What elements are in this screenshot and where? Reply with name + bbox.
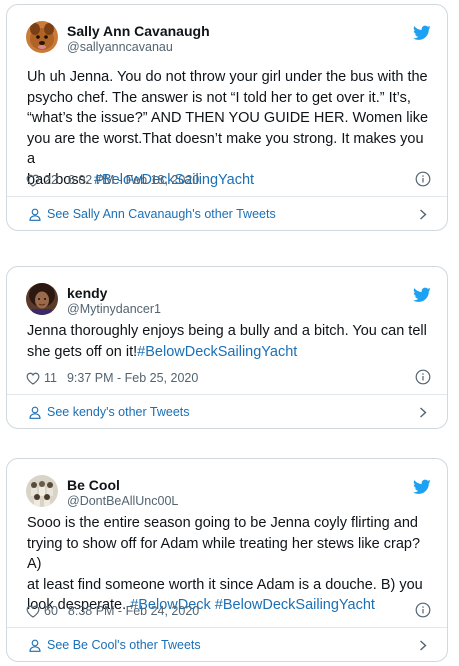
like-count[interactable]: 22 [44, 173, 58, 187]
like-count[interactable]: 60 [44, 604, 58, 618]
timestamp[interactable]: 9:37 PM - Feb 25, 2020 [67, 371, 198, 385]
twitter-bird-icon[interactable] [413, 25, 431, 41]
tweet-text: Jenna thoroughly enjoys being a bully an… [27, 321, 431, 362]
see-other-tweets-label[interactable]: See Be Cool's other Tweets [47, 638, 201, 652]
info-icon[interactable] [415, 369, 431, 385]
twitter-bird-icon[interactable] [413, 287, 431, 303]
tweet-feed: Sally Ann Cavanaugh @sallyanncavanau Uh … [0, 0, 459, 666]
avatar[interactable] [26, 283, 58, 315]
tweet-card[interactable]: kendy @Mytinydancer1 Jenna thoroughly en… [6, 266, 448, 429]
dog-avatar-icon [26, 21, 58, 53]
user-handle[interactable]: @sallyanncavanau [67, 40, 173, 55]
timestamp[interactable]: 8:38 PM - Feb 24, 2020 [68, 604, 199, 618]
user-handle[interactable]: @DontBeAllUnc00L [67, 494, 178, 509]
avatar[interactable] [26, 21, 58, 53]
chevron-right-icon[interactable] [419, 407, 427, 418]
see-other-tweets-link[interactable]: See Sally Ann Cavanaugh's other Tweets [7, 197, 447, 231]
tweet-meta: 60 8:38 PM - Feb 24, 2020 [26, 602, 431, 620]
info-icon[interactable] [415, 602, 431, 618]
person-icon [29, 208, 41, 221]
hashtag-link[interactable]: #BelowDeckSailingYacht [137, 344, 297, 360]
heart-icon[interactable] [26, 372, 40, 385]
heart-icon[interactable] [26, 174, 40, 187]
display-name[interactable]: Be Cool [67, 477, 120, 494]
tweet-card[interactable]: Be Cool @DontBeAllUnc00L Sooo is the ent… [6, 458, 448, 662]
person-icon [29, 639, 41, 652]
tweet-meta: 11 9:37 PM - Feb 25, 2020 [26, 369, 431, 387]
tweet-text: Sooo is the entire season going to be Je… [27, 513, 431, 616]
display-name[interactable]: kendy [67, 285, 107, 302]
tweet-header: Sally Ann Cavanaugh @sallyanncavanau [7, 5, 447, 61]
tweet-header: kendy @Mytinydancer1 [7, 267, 447, 323]
see-other-tweets-label[interactable]: See Sally Ann Cavanaugh's other Tweets [47, 207, 276, 221]
person-icon [29, 406, 41, 419]
chevron-right-icon[interactable] [419, 209, 427, 220]
timestamp[interactable]: 6:02 PM - Feb 18, 2020 [68, 173, 199, 187]
heart-icon[interactable] [26, 605, 40, 618]
person-avatar-icon [26, 283, 58, 315]
tweet-body: Uh uh Jenna. You do not throw your girl … [27, 69, 429, 188]
see-other-tweets-link[interactable]: See Be Cool's other Tweets [7, 628, 447, 662]
avatar[interactable] [26, 475, 58, 507]
tweet-header: Be Cool @DontBeAllUnc00L [7, 459, 447, 515]
tweet-card[interactable]: Sally Ann Cavanaugh @sallyanncavanau Uh … [6, 4, 448, 231]
info-icon[interactable] [415, 171, 431, 187]
display-name[interactable]: Sally Ann Cavanaugh [67, 23, 210, 40]
see-other-tweets-link[interactable]: See kendy's other Tweets [7, 395, 447, 429]
group-avatar-icon [26, 475, 58, 507]
user-handle[interactable]: @Mytinydancer1 [67, 302, 161, 317]
twitter-bird-icon[interactable] [413, 479, 431, 495]
chevron-right-icon[interactable] [419, 640, 427, 651]
like-count[interactable]: 11 [44, 371, 57, 385]
see-other-tweets-label[interactable]: See kendy's other Tweets [47, 405, 190, 419]
tweet-meta: 22 6:02 PM - Feb 18, 2020 [26, 171, 431, 189]
